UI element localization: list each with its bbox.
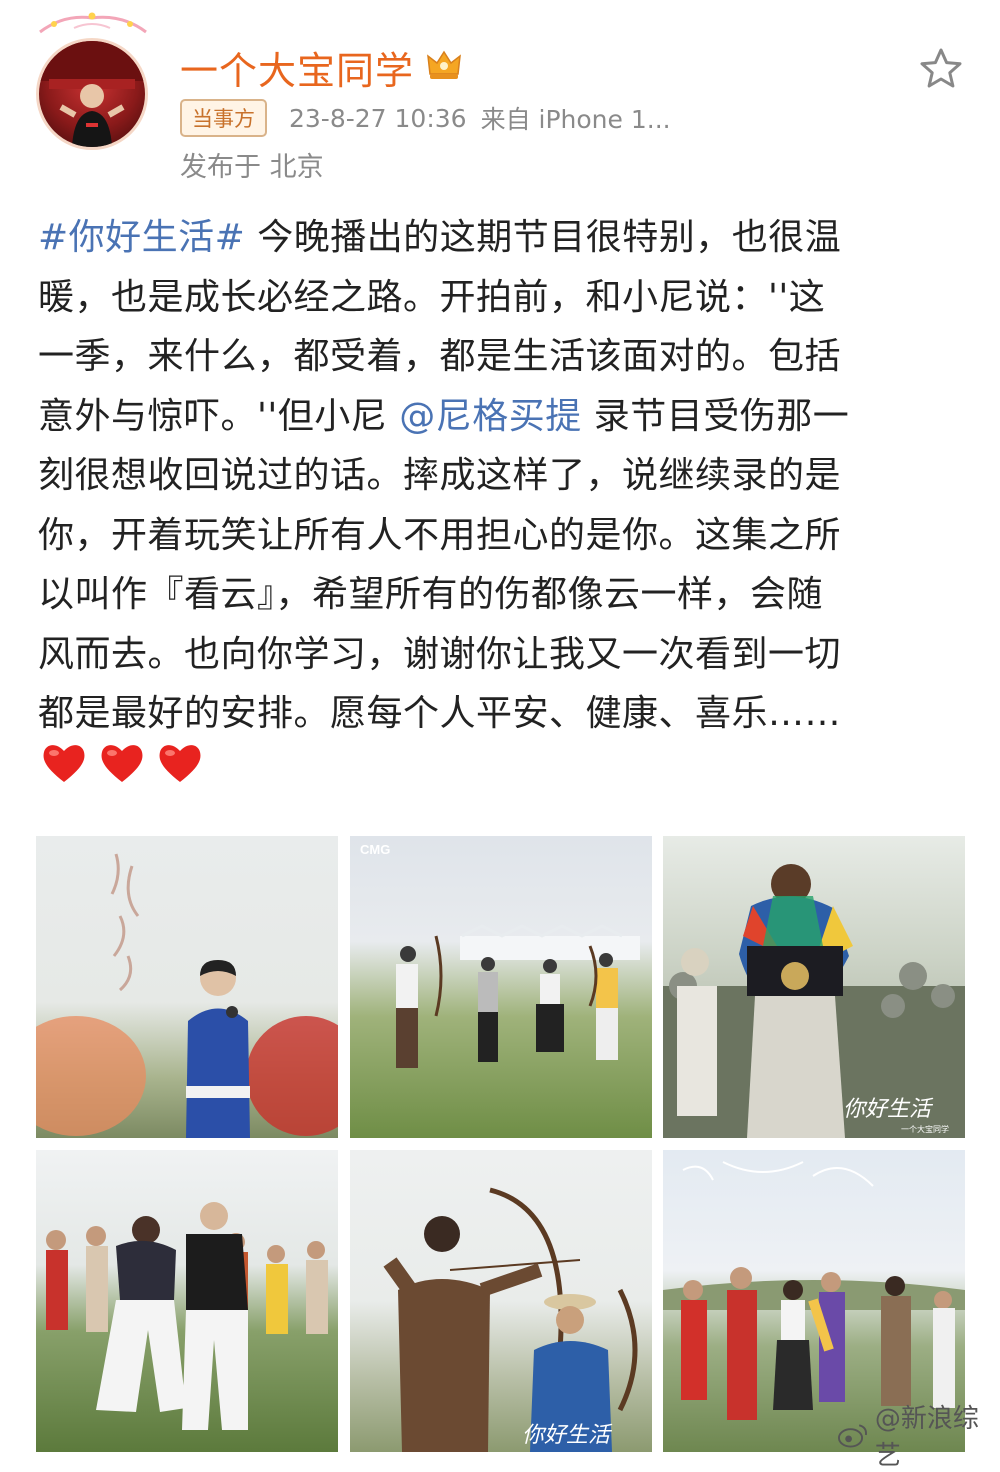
photo-2-image: CMG xyxy=(360,842,640,1068)
heart-icon xyxy=(101,745,143,782)
avatar-container[interactable] xyxy=(30,10,160,150)
hashtag-link[interactable]: #你好生活# xyxy=(38,217,245,258)
body-text-segment: 意外与惊吓。''但小尼 xyxy=(38,395,400,437)
body-line-8: 风而去。也向你学习，谢谢你让我又一次看到一切 xyxy=(38,633,842,675)
avatar[interactable] xyxy=(36,38,148,150)
body-line-3: 一季，来什么，都受着，都是生活该面对的。包括 xyxy=(38,336,842,377)
post-header: 一个大宝同学 当事方 23-8-27 10:36 来自 iPhone 1... … xyxy=(0,0,1000,200)
photo-1[interactable] xyxy=(36,836,338,1138)
heart-emojis xyxy=(40,740,204,786)
body-line-2: 暖，也是成长必经之路。开拍前，和小尼说：''这 xyxy=(38,276,826,318)
photo-3-caption: 你好生活 xyxy=(843,1097,934,1122)
body-line-6: 你，开着玩笑让所有人不用担心的是你。这集之所 xyxy=(38,514,842,556)
source-watermark: @新浪综艺 xyxy=(838,1398,1000,1472)
photo-2[interactable]: CMG xyxy=(350,836,652,1138)
post-meta: 当事方 23-8-27 10:36 来自 iPhone 1... xyxy=(180,99,671,137)
photo-3[interactable]: 你好生活 一个大宝同学 xyxy=(663,836,965,1138)
photo-4[interactable] xyxy=(36,1150,338,1452)
cmg-logo: CMG xyxy=(360,842,390,857)
body-line-9: 都是最好的安排。愿每个人平安、健康、喜乐…… xyxy=(38,693,842,734)
body-line-4: 意外与惊吓。''但小尼 @尼格买提 录节目受伤那一 xyxy=(38,387,968,447)
avatar-frame-crown-icon xyxy=(39,12,147,34)
mention-link[interactable]: @尼格买提 xyxy=(399,396,582,437)
photo-4-image xyxy=(46,1202,328,1430)
post-location: 发布于 北京 xyxy=(180,152,324,183)
post-time: 23-8-27 10:36 xyxy=(289,103,467,133)
watermark-text: @新浪综艺 xyxy=(874,1404,979,1471)
body-line-1: #你好生活# 今晚播出的这期节目很特别，也很温 xyxy=(38,208,968,268)
photo-5-image: 你好生活 xyxy=(383,1187,638,1452)
body-line-7: 以叫作『看云』，希望所有的伤都像云一样，会随 xyxy=(38,574,824,615)
photo-1-image xyxy=(36,853,338,1138)
post-body: #你好生活# 今晚播出的这期节目很特别，也很温 暖，也是成长必经之路。开拍前，和… xyxy=(38,208,968,744)
avatar-image xyxy=(39,41,145,147)
photo-5[interactable]: 你好生活 xyxy=(350,1150,652,1452)
vip-crown-icon xyxy=(427,50,461,79)
body-text-segment: 今晚播出的这期节目很特别，也很温 xyxy=(245,217,842,258)
photo-3-image: 你好生活 一个大宝同学 xyxy=(663,864,965,1138)
heart-icon xyxy=(43,745,85,782)
username[interactable]: 一个大宝同学 xyxy=(180,40,414,95)
post-source[interactable]: 来自 iPhone 1... xyxy=(481,100,671,136)
heart-icon xyxy=(159,745,201,782)
favorite-star-icon[interactable] xyxy=(918,46,964,92)
photo-5-caption: 你好生活 xyxy=(522,1423,613,1448)
body-line-5: 刻很想收回说过的话。摔成这样了，说继续录的是 xyxy=(38,455,842,496)
party-tag: 当事方 xyxy=(180,99,267,137)
photo-3-sub: 一个大宝同学 xyxy=(901,1124,949,1134)
photo-grid: CMG 你好生活 一个大宝同学 你好生活 xyxy=(36,836,966,1452)
body-text-segment: 录节目受伤那一 xyxy=(581,395,850,437)
weibo-logo-icon xyxy=(838,1424,867,1448)
